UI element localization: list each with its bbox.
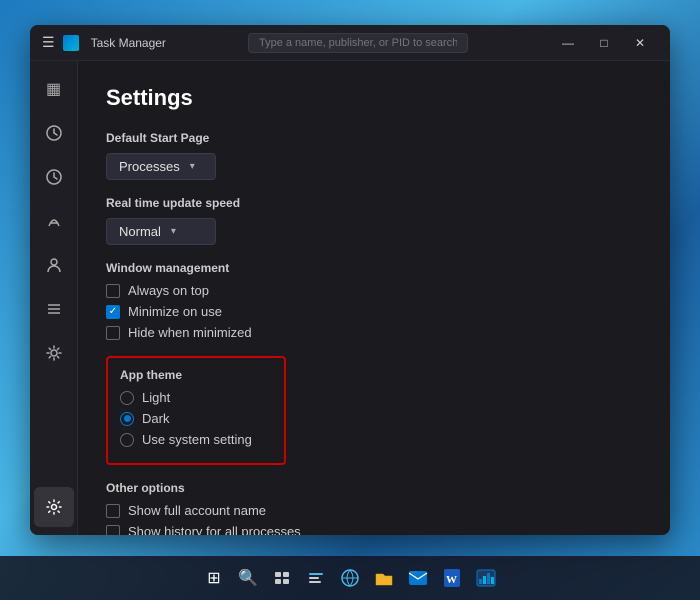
taskbar-word-icon[interactable]: W	[438, 564, 466, 592]
task-manager-window: ☰ Task Manager — □ ✕ ▦	[30, 25, 670, 535]
hamburger-menu-icon[interactable]: ☰	[42, 34, 55, 51]
title-bar-search-area	[166, 33, 550, 53]
checkbox-icon-minimize-on-use	[106, 305, 120, 319]
taskbar-files-icon[interactable]	[370, 564, 398, 592]
realtime-update-label: Real time update speed	[106, 196, 642, 210]
svg-text:W: W	[446, 574, 457, 586]
default-start-page-label: Default Start Page	[106, 131, 642, 145]
taskbar: ⊞ 🔍	[0, 556, 700, 600]
other-options-section: Other options Show full account name Sho…	[106, 481, 642, 535]
page-title: Settings	[106, 85, 642, 111]
app-theme-label: App theme	[120, 368, 272, 382]
radio-light[interactable]: Light	[120, 390, 272, 405]
radio-dark[interactable]: Dark	[120, 411, 272, 426]
radio-label-dark: Dark	[142, 411, 169, 426]
default-start-page-value: Processes	[119, 159, 180, 174]
checkbox-icon-history-all	[106, 525, 120, 536]
sidebar-item-services[interactable]	[34, 333, 74, 373]
taskbar-start-icon[interactable]: ⊞	[200, 564, 228, 592]
checkbox-minimize-on-use[interactable]: Minimize on use	[106, 304, 642, 319]
sidebar-item-performance[interactable]	[34, 113, 74, 153]
checkbox-hide-when-minimized[interactable]: Hide when minimized	[106, 325, 642, 340]
taskbar-taskview-icon[interactable]	[268, 564, 296, 592]
checkbox-always-on-top[interactable]: Always on top	[106, 283, 642, 298]
taskbar-widgets-icon[interactable]	[302, 564, 330, 592]
checkbox-label-hide-when-minimized: Hide when minimized	[128, 325, 252, 340]
minimize-button[interactable]: —	[550, 29, 586, 57]
app-icon	[63, 35, 79, 51]
desktop: ☰ Task Manager — □ ✕ ▦	[0, 0, 700, 600]
settings-content: Settings Default Start Page Processes ▾ …	[78, 61, 670, 535]
checkbox-label-minimize-on-use: Minimize on use	[128, 304, 222, 319]
window-management-label: Window management	[106, 261, 642, 275]
default-start-page-dropdown[interactable]: Processes ▾	[106, 153, 216, 180]
radio-icon-light	[120, 391, 134, 405]
realtime-update-section: Real time update speed Normal ▾	[106, 196, 642, 245]
title-bar-left: ☰ Task Manager	[42, 34, 166, 51]
taskbar-browser-icon[interactable]	[336, 564, 364, 592]
window-controls: — □ ✕	[550, 29, 658, 57]
sidebar-item-processes[interactable]: ▦	[34, 69, 74, 109]
checkbox-icon-full-account	[106, 504, 120, 518]
sidebar: ▦	[30, 61, 78, 535]
taskbar-search-icon[interactable]: 🔍	[234, 564, 262, 592]
radio-label-system: Use system setting	[142, 432, 252, 447]
default-start-page-section: Default Start Page Processes ▾	[106, 131, 642, 180]
taskbar-taskmanager-icon[interactable]	[472, 564, 500, 592]
radio-system[interactable]: Use system setting	[120, 432, 272, 447]
realtime-update-value: Normal	[119, 224, 161, 239]
realtime-update-dropdown[interactable]: Normal ▾	[106, 218, 216, 245]
close-button[interactable]: ✕	[622, 29, 658, 57]
app-theme-section: App theme Light Dark Use system setting	[106, 356, 286, 465]
sidebar-item-settings[interactable]	[34, 487, 74, 527]
radio-icon-system	[120, 433, 134, 447]
checkbox-icon-hide-when-minimized	[106, 326, 120, 340]
checkbox-label-always-on-top: Always on top	[128, 283, 209, 298]
checkbox-icon-always-on-top	[106, 284, 120, 298]
maximize-button[interactable]: □	[586, 29, 622, 57]
window-management-section: Window management Always on top Minimize…	[106, 261, 642, 340]
dropdown-chevron-icon-2: ▾	[171, 226, 176, 237]
taskbar-mail-icon[interactable]	[404, 564, 432, 592]
window-body: ▦	[30, 61, 670, 535]
dropdown-chevron-icon: ▾	[190, 161, 195, 172]
title-bar: ☰ Task Manager — □ ✕	[30, 25, 670, 61]
other-options-label: Other options	[106, 481, 642, 495]
sidebar-bottom	[34, 487, 74, 535]
sidebar-item-details[interactable]	[34, 289, 74, 329]
sidebar-item-startup[interactable]	[34, 201, 74, 241]
checkbox-label-full-account: Show full account name	[128, 503, 266, 518]
checkbox-label-history-all: Show history for all processes	[128, 524, 301, 535]
checkbox-history-all[interactable]: Show history for all processes	[106, 524, 642, 535]
checkbox-full-account[interactable]: Show full account name	[106, 503, 642, 518]
window-title: Task Manager	[91, 36, 166, 50]
search-input[interactable]	[248, 33, 468, 53]
sidebar-item-users[interactable]	[34, 245, 74, 285]
sidebar-item-history[interactable]	[34, 157, 74, 197]
radio-label-light: Light	[142, 390, 170, 405]
radio-icon-dark	[120, 412, 134, 426]
